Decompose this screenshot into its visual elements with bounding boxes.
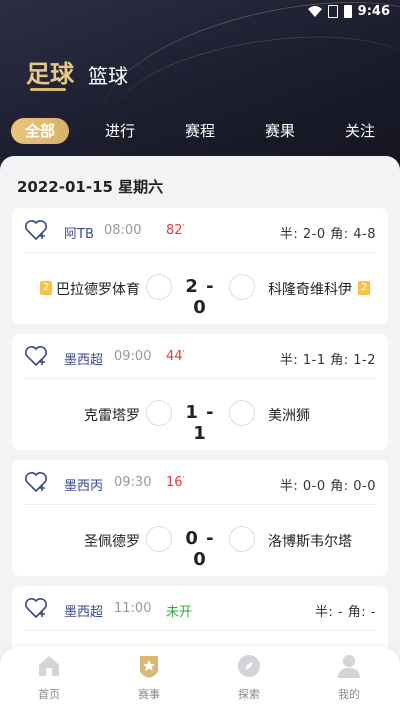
filter-tab-results[interactable]: 赛果 (260, 118, 300, 144)
match-card-header: 墨西超 09:00 44' 半: 1-1 角: 1-2 (12, 334, 388, 379)
star-badge-icon (140, 656, 158, 678)
match-card[interactable]: 墨西超 09:00 44' 半: 1-1 角: 1-2 克雷塔罗 1 - 1 美… (12, 334, 388, 450)
filter-tab-follow[interactable]: 关注 (340, 118, 380, 144)
away-rank-badge: 2 (358, 281, 370, 295)
match-score: 1 - 1 (185, 402, 215, 444)
match-score: 2 - 0 (185, 276, 215, 318)
follow-heart-icon[interactable] (24, 471, 48, 493)
half-corner-stats: 半: 0-0 角: 0-0 (279, 479, 376, 494)
nav-home[interactable]: 首页 (19, 653, 79, 702)
nav-events-label: 赛事 (138, 688, 160, 701)
compass-icon (238, 655, 260, 677)
home-team-crest (146, 274, 172, 300)
nav-events[interactable]: 赛事 (119, 653, 179, 702)
clock: 9:46 (357, 4, 390, 19)
away-team-name: 美洲狮 (268, 408, 310, 424)
match-card-header: 墨西超 11:00 未开 半: - 角: - (12, 586, 388, 631)
filter-tab-all[interactable]: 全部 (11, 118, 69, 144)
divider (24, 504, 376, 505)
header: 9:46 足球 篮球 全部 进行 赛程 赛果 关注 (0, 0, 400, 172)
divider (24, 630, 376, 631)
match-status: 未开 (166, 605, 193, 620)
teams-row: 克雷塔罗 1 - 1 美洲狮 (12, 398, 388, 444)
match-card[interactable]: 阿TB 08:00 82' 半: 2-0 角: 4-8 2 巴拉德罗体育 2 -… (12, 208, 388, 324)
live-minute: 16' (166, 475, 185, 490)
kickoff-time: 08:00 (104, 223, 142, 238)
league-name: 墨西超 (64, 605, 104, 620)
live-minute: 44' (166, 349, 185, 364)
filter-tabs: 全部 进行 赛程 赛果 关注 (0, 118, 400, 146)
nav-explore-label: 探索 (238, 688, 260, 701)
away-team-crest (229, 274, 255, 300)
tab-basketball[interactable]: 篮球 (88, 60, 128, 89)
kickoff-time: 09:00 (114, 349, 152, 364)
away-team-name: 洛博斯韦尔塔 (268, 534, 352, 550)
half-corner-stats: 半: 2-0 角: 4-8 (279, 227, 376, 242)
nav-home-label: 首页 (38, 688, 60, 701)
status-icons: 9:46 (307, 4, 390, 19)
sport-tabs: 足球 篮球 (26, 54, 128, 89)
match-card-header: 阿TB 08:00 82' 半: 2-0 角: 4-8 (12, 208, 388, 253)
teams-row: 2 巴拉德罗体育 2 - 0 科隆奇维科伊 2 (12, 272, 388, 318)
tab-football[interactable]: 足球 (26, 54, 74, 89)
away-team-crest (229, 526, 255, 552)
match-list: 2022-01-15 星期六 阿TB 08:00 82' 半: 2-0 角: 4… (0, 156, 400, 711)
user-icon (338, 655, 360, 678)
filter-tab-schedule[interactable]: 赛程 (180, 118, 220, 144)
away-team-crest (229, 400, 255, 426)
league-name: 阿TB (64, 227, 94, 242)
date-header: 2022-01-15 星期六 (17, 178, 164, 196)
status-bar: 9:46 (0, 0, 400, 24)
nav-profile-label: 我的 (338, 688, 360, 701)
home-team-name: 巴拉德罗体育 (56, 282, 140, 298)
wifi-icon (307, 6, 322, 17)
match-score: 0 - 0 (185, 528, 215, 570)
no-sim-icon (327, 5, 338, 18)
league-name: 墨西丙 (64, 479, 104, 494)
match-card-header: 墨西丙 09:30 16' 半: 0-0 角: 0-0 (12, 460, 388, 505)
home-icon (39, 656, 59, 676)
battery-icon (343, 5, 352, 18)
teams-row: 圣佩德罗 0 - 0 洛博斯韦尔塔 (12, 524, 388, 570)
home-team-crest (146, 400, 172, 426)
nav-profile[interactable]: 我的 (319, 653, 379, 702)
kickoff-time: 11:00 (114, 601, 152, 616)
bottom-nav: 首页 赛事 探索 我的 (0, 647, 400, 711)
divider (24, 252, 376, 253)
home-team-name: 圣佩德罗 (84, 534, 140, 550)
away-team-name: 科隆奇维科伊 (268, 282, 352, 298)
follow-heart-icon[interactable] (24, 219, 48, 241)
live-minute: 82' (166, 223, 185, 238)
active-tab-indicator (30, 88, 66, 91)
home-rank-badge: 2 (40, 281, 52, 295)
half-corner-stats: 半: - 角: - (314, 605, 376, 620)
nav-explore[interactable]: 探索 (219, 653, 279, 702)
follow-heart-icon[interactable] (24, 345, 48, 367)
divider (24, 378, 376, 379)
home-team-crest (146, 526, 172, 552)
half-corner-stats: 半: 1-1 角: 1-2 (279, 353, 376, 368)
league-name: 墨西超 (64, 353, 104, 368)
match-card[interactable]: 墨西丙 09:30 16' 半: 0-0 角: 0-0 圣佩德罗 0 - 0 洛… (12, 460, 388, 576)
kickoff-time: 09:30 (114, 475, 152, 490)
follow-heart-icon[interactable] (24, 597, 48, 619)
home-team-name: 克雷塔罗 (84, 408, 140, 424)
filter-tab-live[interactable]: 进行 (100, 118, 140, 144)
